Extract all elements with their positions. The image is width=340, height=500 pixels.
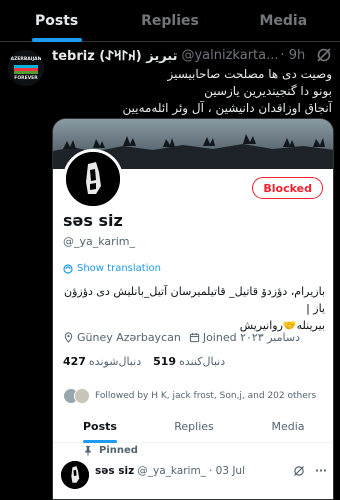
joined-text: Joined ۲۰۲۳ دسامبر (202, 331, 300, 344)
pinned-tweet-avatar[interactable] (61, 461, 89, 489)
post-line: بونو دا گنجیندیرین یازسین (204, 84, 332, 98)
profile-screenshot-card[interactable]: Blocked səs siz @_ya_karim_ Show transla… (52, 118, 334, 500)
top-tabs: Posts Replies Media (0, 0, 340, 42)
avatar-text-top: AZERBAIJAN (10, 57, 42, 62)
tab-media[interactable]: Media (227, 0, 340, 41)
post-line: آنجاق اوزاقدان دانیشین ، آل وئر ائله‌مه‌… (122, 101, 332, 115)
post-header: tebriz (𐰴𐰃𐰺𐰀) تبریز @yalnizkarta... · 9h (52, 46, 332, 64)
more-icon[interactable]: ··· (315, 465, 327, 477)
profile-tab-media[interactable]: Media (241, 411, 333, 442)
pinned-tweet-date[interactable]: · 03 Jul (209, 465, 245, 477)
profile-bio: بازیرام، دؤزدۆ قاتیل_ قاتیلمیرسان آتیل_ب… (63, 283, 325, 334)
followed-by[interactable]: Followed by H K, jack frost, Son,j, and … (63, 385, 329, 407)
post-author-handle[interactable]: @yalnizkarta... (181, 48, 278, 63)
pinned-tweet-handle[interactable]: @_ya_karim_ (137, 465, 206, 477)
followed-by-text: Followed by H K, jack frost, Son,j, and … (95, 391, 317, 401)
blocked-button[interactable]: Blocked (252, 177, 323, 199)
avatar-text-bottom: FOREVER (14, 76, 38, 81)
profile-counts: 427 دنبال‌شونده 519 دنبال‌کننده (63, 355, 225, 368)
show-translation-label: Show translation (77, 263, 161, 274)
post-author-avatar[interactable]: AZERBAIJAN FOREVER (8, 50, 44, 86)
post-time[interactable]: · 9h (281, 48, 306, 63)
following-label: دنبال‌شونده (88, 355, 142, 368)
profile-joined: Joined ۲۰۲۳ دسامبر (189, 331, 300, 344)
followers-count-link[interactable]: 519 دنبال‌کننده (153, 355, 225, 368)
profile-tab-replies[interactable]: Replies (147, 411, 241, 442)
pinned-tweet-header: səs siz @_ya_karim_ · 03 Jul ··· (95, 465, 327, 477)
post-author-name[interactable]: tebriz (𐰴𐰃𐰺𐰀) تبریز (52, 46, 177, 64)
followers-count: 519 (153, 355, 177, 368)
pinned-indicator: Pinned (83, 445, 138, 456)
location-text: Güney Azərbaycan (77, 331, 181, 344)
pinned-label: Pinned (99, 445, 138, 456)
hand-drawing-avatar-icon (66, 152, 120, 206)
profile-tab-posts[interactable]: Posts (53, 411, 147, 442)
show-translation-link[interactable]: Show translation (63, 263, 161, 274)
profile-tabs: Posts Replies Media (53, 411, 333, 443)
grok-icon[interactable] (316, 47, 332, 63)
location-icon (64, 332, 73, 343)
profile-avatar[interactable] (63, 149, 123, 209)
followers-label: دنبال‌کننده (179, 355, 226, 368)
tab-replies[interactable]: Replies (113, 0, 226, 41)
translate-icon (63, 263, 73, 274)
following-count: 427 (63, 355, 86, 368)
profile-location: Güney Azərbaycan (63, 331, 181, 344)
pin-icon (85, 446, 91, 456)
profile-handle: @_ya_karim_ (63, 235, 135, 248)
bio-line: بازیرام، دؤزدۆ قاتیل_ قاتیلمیرسان آتیل_ب… (64, 285, 325, 315)
profile-meta: Güney Azərbaycan Joined ۲۰۲۳ دسامبر (63, 331, 329, 344)
hand-drawing-avatar-icon (61, 461, 89, 489)
calendar-icon (189, 332, 199, 343)
tab-posts[interactable]: Posts (0, 0, 113, 41)
follower-avatar (74, 388, 90, 404)
post-text: وصیت دی ها مصلحت صاحابیسیز بونو دا گنجین… (52, 66, 332, 117)
pinned-tweet-name[interactable]: səs siz (95, 465, 134, 477)
grok-icon[interactable] (293, 465, 305, 477)
following-count-link[interactable]: 427 دنبال‌شونده (63, 355, 141, 368)
post-line: وصیت دی ها مصلحت صاحابیسیز (167, 67, 332, 81)
profile-display-name: səs siz (63, 211, 123, 230)
